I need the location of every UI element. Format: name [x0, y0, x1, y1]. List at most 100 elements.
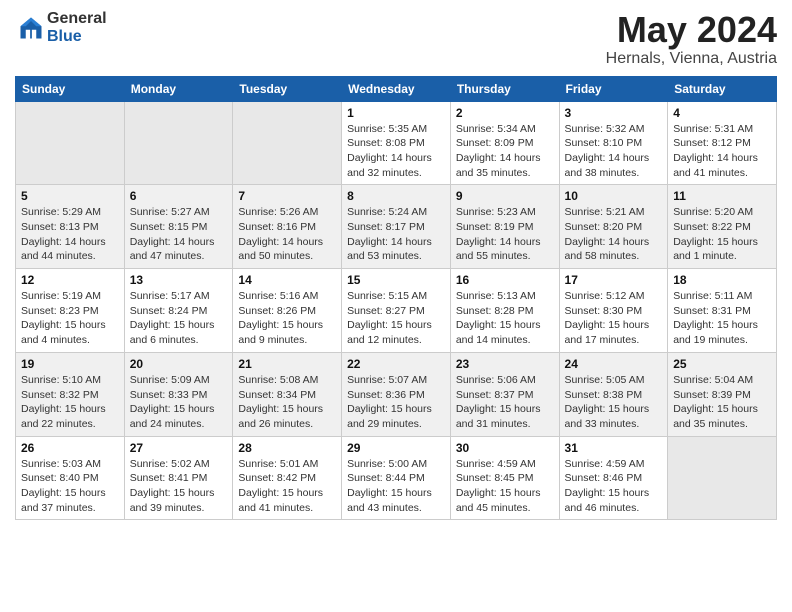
day-info: Sunrise: 5:00 AM Sunset: 8:44 PM Dayligh…	[347, 457, 445, 516]
table-row	[668, 436, 777, 520]
day-number: 4	[673, 106, 771, 120]
day-info: Sunrise: 5:23 AM Sunset: 8:19 PM Dayligh…	[456, 205, 554, 264]
col-saturday: Saturday	[668, 76, 777, 101]
day-number: 3	[565, 106, 663, 120]
header: General Blue May 2024 Hernals, Vienna, A…	[15, 10, 777, 68]
title-month: May 2024	[606, 10, 777, 50]
day-info: Sunrise: 5:13 AM Sunset: 8:28 PM Dayligh…	[456, 289, 554, 348]
table-row: 23 Sunrise: 5:06 AM Sunset: 8:37 PM Dayl…	[450, 352, 559, 436]
day-number: 27	[130, 441, 228, 455]
day-number: 31	[565, 441, 663, 455]
table-row: 15 Sunrise: 5:15 AM Sunset: 8:27 PM Dayl…	[342, 269, 451, 353]
calendar-row: 26 Sunrise: 5:03 AM Sunset: 8:40 PM Dayl…	[16, 436, 777, 520]
calendar-header-row: Sunday Monday Tuesday Wednesday Thursday…	[16, 76, 777, 101]
day-info: Sunrise: 4:59 AM Sunset: 8:45 PM Dayligh…	[456, 457, 554, 516]
day-info: Sunrise: 5:24 AM Sunset: 8:17 PM Dayligh…	[347, 205, 445, 264]
day-info: Sunrise: 5:20 AM Sunset: 8:22 PM Dayligh…	[673, 205, 771, 264]
day-info: Sunrise: 5:27 AM Sunset: 8:15 PM Dayligh…	[130, 205, 228, 264]
table-row: 13 Sunrise: 5:17 AM Sunset: 8:24 PM Dayl…	[124, 269, 233, 353]
table-row: 14 Sunrise: 5:16 AM Sunset: 8:26 PM Dayl…	[233, 269, 342, 353]
day-number: 21	[238, 357, 336, 371]
calendar-row: 19 Sunrise: 5:10 AM Sunset: 8:32 PM Dayl…	[16, 352, 777, 436]
table-row	[124, 101, 233, 185]
day-info: Sunrise: 5:34 AM Sunset: 8:09 PM Dayligh…	[456, 122, 554, 181]
table-row: 12 Sunrise: 5:19 AM Sunset: 8:23 PM Dayl…	[16, 269, 125, 353]
col-thursday: Thursday	[450, 76, 559, 101]
table-row: 7 Sunrise: 5:26 AM Sunset: 8:16 PM Dayli…	[233, 185, 342, 269]
table-row	[16, 101, 125, 185]
day-number: 30	[456, 441, 554, 455]
day-info: Sunrise: 5:15 AM Sunset: 8:27 PM Dayligh…	[347, 289, 445, 348]
day-number: 15	[347, 273, 445, 287]
day-number: 5	[21, 189, 119, 203]
table-row: 26 Sunrise: 5:03 AM Sunset: 8:40 PM Dayl…	[16, 436, 125, 520]
calendar-row: 5 Sunrise: 5:29 AM Sunset: 8:13 PM Dayli…	[16, 185, 777, 269]
logo-icon	[17, 14, 45, 42]
table-row: 31 Sunrise: 4:59 AM Sunset: 8:46 PM Dayl…	[559, 436, 668, 520]
day-info: Sunrise: 5:26 AM Sunset: 8:16 PM Dayligh…	[238, 205, 336, 264]
day-number: 22	[347, 357, 445, 371]
day-info: Sunrise: 5:32 AM Sunset: 8:10 PM Dayligh…	[565, 122, 663, 181]
day-number: 20	[130, 357, 228, 371]
table-row: 19 Sunrise: 5:10 AM Sunset: 8:32 PM Dayl…	[16, 352, 125, 436]
day-info: Sunrise: 5:06 AM Sunset: 8:37 PM Dayligh…	[456, 373, 554, 432]
day-info: Sunrise: 5:07 AM Sunset: 8:36 PM Dayligh…	[347, 373, 445, 432]
table-row: 2 Sunrise: 5:34 AM Sunset: 8:09 PM Dayli…	[450, 101, 559, 185]
day-number: 14	[238, 273, 336, 287]
title-block: May 2024 Hernals, Vienna, Austria	[606, 10, 777, 68]
day-info: Sunrise: 5:04 AM Sunset: 8:39 PM Dayligh…	[673, 373, 771, 432]
table-row: 8 Sunrise: 5:24 AM Sunset: 8:17 PM Dayli…	[342, 185, 451, 269]
table-row: 9 Sunrise: 5:23 AM Sunset: 8:19 PM Dayli…	[450, 185, 559, 269]
calendar-row: 12 Sunrise: 5:19 AM Sunset: 8:23 PM Dayl…	[16, 269, 777, 353]
day-number: 1	[347, 106, 445, 120]
calendar: Sunday Monday Tuesday Wednesday Thursday…	[15, 76, 777, 521]
day-number: 6	[130, 189, 228, 203]
day-info: Sunrise: 5:21 AM Sunset: 8:20 PM Dayligh…	[565, 205, 663, 264]
day-number: 25	[673, 357, 771, 371]
day-info: Sunrise: 5:09 AM Sunset: 8:33 PM Dayligh…	[130, 373, 228, 432]
day-number: 12	[21, 273, 119, 287]
table-row: 20 Sunrise: 5:09 AM Sunset: 8:33 PM Dayl…	[124, 352, 233, 436]
col-sunday: Sunday	[16, 76, 125, 101]
page: General Blue May 2024 Hernals, Vienna, A…	[0, 0, 792, 530]
table-row: 10 Sunrise: 5:21 AM Sunset: 8:20 PM Dayl…	[559, 185, 668, 269]
col-monday: Monday	[124, 76, 233, 101]
table-row: 11 Sunrise: 5:20 AM Sunset: 8:22 PM Dayl…	[668, 185, 777, 269]
day-info: Sunrise: 5:16 AM Sunset: 8:26 PM Dayligh…	[238, 289, 336, 348]
logo-general: General	[47, 10, 107, 28]
day-number: 28	[238, 441, 336, 455]
day-number: 24	[565, 357, 663, 371]
day-number: 2	[456, 106, 554, 120]
table-row	[233, 101, 342, 185]
day-number: 7	[238, 189, 336, 203]
table-row: 21 Sunrise: 5:08 AM Sunset: 8:34 PM Dayl…	[233, 352, 342, 436]
table-row: 17 Sunrise: 5:12 AM Sunset: 8:30 PM Dayl…	[559, 269, 668, 353]
day-info: Sunrise: 5:31 AM Sunset: 8:12 PM Dayligh…	[673, 122, 771, 181]
day-info: Sunrise: 4:59 AM Sunset: 8:46 PM Dayligh…	[565, 457, 663, 516]
table-row: 16 Sunrise: 5:13 AM Sunset: 8:28 PM Dayl…	[450, 269, 559, 353]
day-number: 19	[21, 357, 119, 371]
table-row: 25 Sunrise: 5:04 AM Sunset: 8:39 PM Dayl…	[668, 352, 777, 436]
calendar-row: 1 Sunrise: 5:35 AM Sunset: 8:08 PM Dayli…	[16, 101, 777, 185]
table-row: 22 Sunrise: 5:07 AM Sunset: 8:36 PM Dayl…	[342, 352, 451, 436]
table-row: 4 Sunrise: 5:31 AM Sunset: 8:12 PM Dayli…	[668, 101, 777, 185]
day-number: 9	[456, 189, 554, 203]
table-row: 24 Sunrise: 5:05 AM Sunset: 8:38 PM Dayl…	[559, 352, 668, 436]
day-number: 17	[565, 273, 663, 287]
day-number: 23	[456, 357, 554, 371]
table-row: 18 Sunrise: 5:11 AM Sunset: 8:31 PM Dayl…	[668, 269, 777, 353]
col-wednesday: Wednesday	[342, 76, 451, 101]
day-number: 10	[565, 189, 663, 203]
day-info: Sunrise: 5:35 AM Sunset: 8:08 PM Dayligh…	[347, 122, 445, 181]
day-info: Sunrise: 5:01 AM Sunset: 8:42 PM Dayligh…	[238, 457, 336, 516]
day-info: Sunrise: 5:02 AM Sunset: 8:41 PM Dayligh…	[130, 457, 228, 516]
day-number: 26	[21, 441, 119, 455]
day-info: Sunrise: 5:11 AM Sunset: 8:31 PM Dayligh…	[673, 289, 771, 348]
table-row: 5 Sunrise: 5:29 AM Sunset: 8:13 PM Dayli…	[16, 185, 125, 269]
logo: General Blue	[15, 10, 107, 45]
day-info: Sunrise: 5:10 AM Sunset: 8:32 PM Dayligh…	[21, 373, 119, 432]
day-number: 8	[347, 189, 445, 203]
col-friday: Friday	[559, 76, 668, 101]
day-info: Sunrise: 5:08 AM Sunset: 8:34 PM Dayligh…	[238, 373, 336, 432]
table-row: 28 Sunrise: 5:01 AM Sunset: 8:42 PM Dayl…	[233, 436, 342, 520]
